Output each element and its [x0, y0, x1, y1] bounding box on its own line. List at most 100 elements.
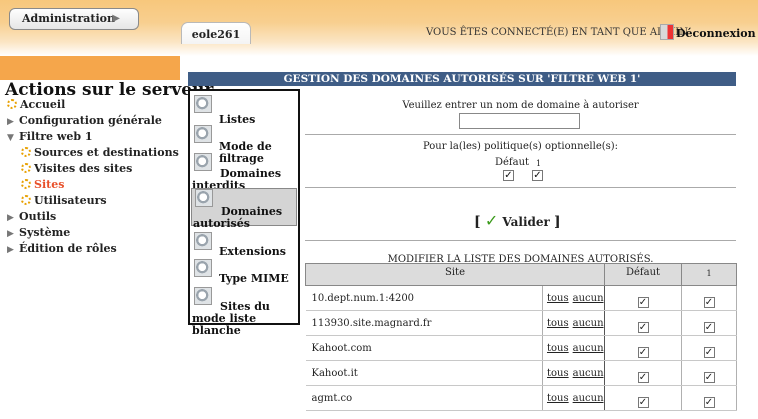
one-checkbox[interactable]: ✓: [703, 346, 715, 358]
chevron-right-icon: ▶: [112, 13, 120, 24]
default-checkbox[interactable]: ✓: [637, 296, 649, 308]
module-icon: [195, 189, 213, 207]
row-links: tous aucun: [542, 385, 605, 411]
column-one: 1: [681, 263, 737, 286]
module-domaines-interdits[interactable]: Domaines interdits: [191, 153, 297, 192]
gear-icon: [21, 163, 31, 173]
select-none-link[interactable]: aucun: [573, 318, 604, 329]
sidebar-item-label: Sources et destinations: [34, 146, 179, 159]
table-row: Kahoot.it tous aucun ✓ ✓: [305, 360, 737, 386]
section-title: GESTION DES DOMAINES AUTORISÉS SUR 'FILT…: [188, 72, 736, 86]
sidebar-item-visites[interactable]: Visites des sites: [7, 161, 182, 177]
validate-button[interactable]: [ ✓ Valider ]: [474, 211, 561, 230]
sidebar-item-label: Sites: [34, 178, 65, 191]
table-row: Kahoot.com tous aucun ✓ ✓: [305, 335, 737, 361]
gear-icon: [21, 147, 31, 157]
module-type-mime[interactable]: Type MIME: [191, 259, 297, 285]
select-none-link[interactable]: aucun: [573, 293, 604, 304]
one-checkbox[interactable]: ✓: [703, 296, 715, 308]
select-none-link[interactable]: aucun: [573, 368, 604, 379]
tab-eole261[interactable]: eole261: [181, 22, 251, 44]
select-all-link[interactable]: tous: [547, 393, 569, 404]
triangle-right-icon: ▶: [7, 229, 14, 239]
table-row: 113930.site.magnard.fr tous aucun ✓ ✓: [305, 310, 737, 336]
administration-label: Administration: [22, 12, 116, 25]
triangle-right-icon: ▶: [7, 213, 14, 223]
sidebar-item-label: Visites des sites: [34, 162, 133, 175]
select-all-link[interactable]: tous: [547, 293, 569, 304]
sidebar-item-outils[interactable]: ▶ Outils: [7, 209, 182, 225]
administration-button[interactable]: Administration ▶: [9, 8, 139, 30]
module-domaines-autorises[interactable]: Domaines autorisés: [191, 188, 297, 230]
module-icon: [194, 125, 212, 143]
module-mode-filtrage[interactable]: Mode de filtrage: [191, 125, 297, 165]
row-links: tous aucun: [542, 335, 605, 361]
one-cell: ✓: [681, 285, 737, 311]
default-checkbox[interactable]: ✓: [637, 321, 649, 333]
sidebar-item-configuration[interactable]: ▶ Configuration générale: [7, 113, 182, 129]
sidebar-menu: Accueil ▶ Configuration générale ▼ Filtre …: [7, 97, 182, 257]
default-cell: ✓: [604, 310, 682, 336]
site-cell: Kahoot.it: [305, 360, 543, 386]
select-all-link[interactable]: tous: [547, 318, 569, 329]
select-all-link[interactable]: tous: [547, 368, 569, 379]
sidebar-item-label: Édition de rôles: [19, 242, 117, 255]
one-checkbox[interactable]: ✓: [703, 396, 715, 408]
logout-icon: [660, 24, 674, 40]
column-site: Site: [305, 263, 605, 286]
sidebar-item-label: Outils: [19, 210, 57, 223]
module-icon: [194, 259, 212, 277]
connection-status: VOUS ÊTES CONNECTÉ(E) EN TANT QUE ADMIN: [426, 27, 689, 38]
default-cell: ✓: [604, 335, 682, 361]
policy-one-label: 1: [536, 159, 542, 168]
sidebar-item-label: Configuration générale: [19, 114, 162, 127]
logout-button[interactable]: Déconnexion: [660, 24, 756, 40]
sidebar-item-sites[interactable]: Sites: [7, 177, 182, 193]
site-cell: Kahoot.com: [305, 335, 543, 361]
sidebar-item-utilisateurs[interactable]: Utilisateurs: [7, 193, 182, 209]
row-links: tous aucun: [542, 285, 605, 311]
policy-one-checkbox[interactable]: ✓: [532, 170, 543, 181]
bracket-open: [: [474, 214, 481, 230]
sidebar-item-label: Accueil: [20, 98, 66, 111]
sidebar-item-label: Filtre web 1: [19, 130, 93, 143]
module-extensions[interactable]: Extensions: [191, 232, 297, 258]
select-all-link[interactable]: tous: [547, 343, 569, 354]
select-none-link[interactable]: aucun: [573, 343, 604, 354]
module-icon: [194, 153, 212, 171]
sidebar-item-accueil[interactable]: Accueil: [7, 97, 182, 113]
default-cell: ✓: [604, 360, 682, 386]
divider: [305, 187, 736, 188]
select-none-link[interactable]: aucun: [573, 393, 604, 404]
policy-label: Pour la(les) politique(s) optionnelle(s)…: [422, 141, 619, 152]
sidebar-item-roles[interactable]: ▶ Édition de rôles: [7, 241, 182, 257]
one-checkbox[interactable]: ✓: [703, 321, 715, 333]
gear-icon: [7, 99, 17, 109]
policy-default-checkbox[interactable]: ✓: [503, 170, 514, 181]
sidebar-item-systeme[interactable]: ▶ Système: [7, 225, 182, 241]
sidebar-item-filtre-web[interactable]: ▼ Filtre web 1: [7, 129, 182, 145]
module-icon: [194, 287, 212, 305]
site-cell: 113930.site.magnard.fr: [305, 310, 543, 336]
module-listes[interactable]: Listes: [191, 95, 297, 126]
table-row: 10.dept.num.1:4200 tous aucun ✓ ✓: [305, 285, 737, 311]
logout-label: Déconnexion: [676, 27, 756, 40]
default-checkbox[interactable]: ✓: [637, 371, 649, 383]
domain-input[interactable]: [459, 113, 580, 129]
one-checkbox[interactable]: ✓: [703, 371, 715, 383]
table-row: agmt.co tous aucun ✓ ✓: [305, 385, 737, 411]
domain-prompt: Veuillez entrer un nom de domaine à auto…: [402, 100, 639, 111]
module-icon: [194, 95, 212, 113]
table-header-row: Site Défaut 1: [305, 263, 737, 286]
default-checkbox[interactable]: ✓: [637, 346, 649, 358]
default-cell: ✓: [604, 285, 682, 311]
sidebar-item-sources[interactable]: Sources et destinations: [7, 145, 182, 161]
one-cell: ✓: [681, 310, 737, 336]
module-sites-liste-blanche[interactable]: Sites du mode liste blanche: [191, 287, 297, 337]
domains-table: Site Défaut 1 10.dept.num.1:4200 tous aucu…: [305, 263, 737, 411]
default-checkbox[interactable]: ✓: [637, 396, 649, 408]
divider: [305, 240, 736, 241]
module-nav: Listes Mode de filtrage Domaines interdi…: [188, 89, 300, 337]
gear-icon: [21, 195, 31, 205]
triangle-right-icon: ▶: [7, 245, 14, 255]
